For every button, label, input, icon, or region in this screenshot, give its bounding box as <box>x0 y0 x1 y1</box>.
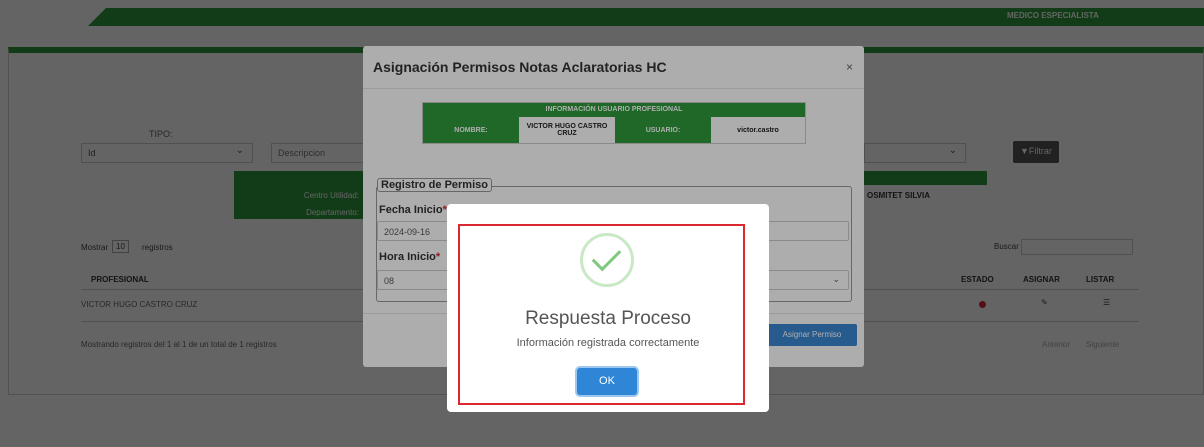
alert-title: Respuesta Proceso <box>525 308 691 329</box>
success-check-icon <box>580 233 634 287</box>
alert-message: Información registrada correctamente <box>516 337 700 349</box>
checkmark-icon <box>591 241 622 272</box>
ok-button[interactable]: OK <box>577 368 637 395</box>
